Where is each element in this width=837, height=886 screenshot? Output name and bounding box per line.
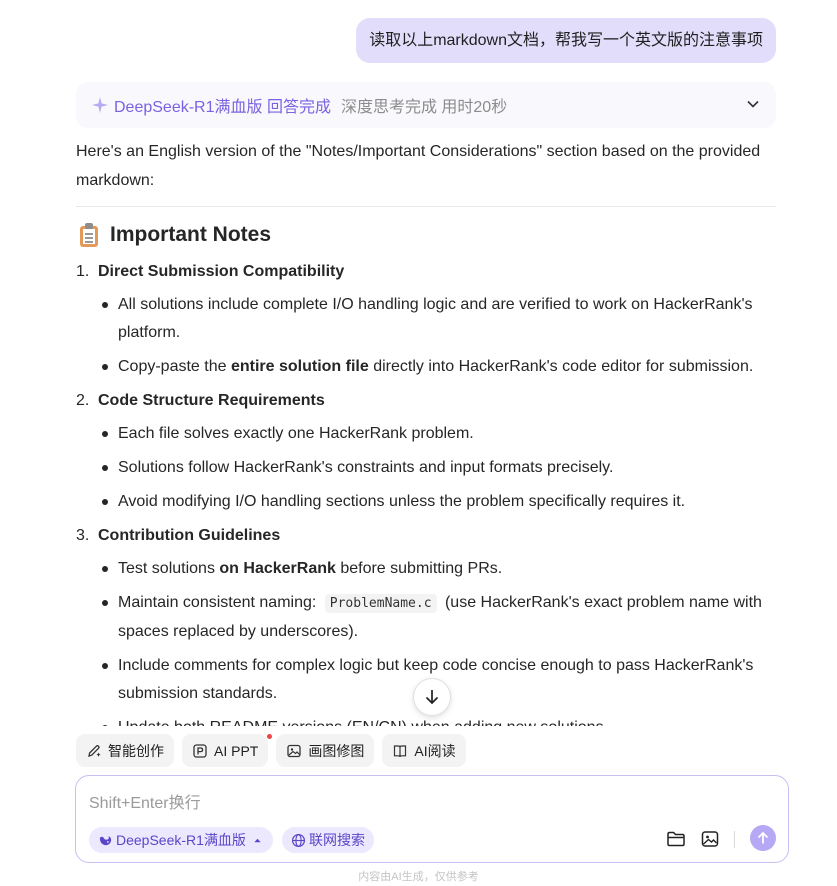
arrow-down-icon — [425, 690, 439, 705]
section-title: Code Structure Requirements — [98, 392, 325, 409]
bullet-item: Maintain consistent naming: ProblemName.… — [76, 589, 776, 646]
send-button[interactable] — [750, 825, 776, 851]
folder-icon[interactable] — [666, 829, 686, 849]
bullet-text: All solutions include complete I/O handl… — [118, 296, 753, 341]
tool-bar: 智能创作 AI PPT 画图修图 AI阅读 — [76, 734, 474, 767]
tool-ai-reading-button[interactable]: AI阅读 — [382, 734, 466, 767]
answer-heading: Important Notes — [78, 221, 271, 249]
image-edit-icon — [287, 744, 302, 757]
scroll-to-bottom-button[interactable] — [413, 678, 451, 716]
bullet-item: Test solutions on HackerRank before subm… — [76, 555, 776, 583]
heading-text: Important Notes — [110, 223, 272, 246]
tool-label: AI阅读 — [414, 742, 456, 759]
bullet-text: Solutions follow HackerRank's constraint… — [118, 459, 614, 476]
bullet-text: Each file solves exactly one HackerRank … — [118, 425, 474, 442]
tool-ai-ppt-button[interactable]: AI PPT — [182, 734, 273, 767]
bullet-item: Copy-paste the entire solution file dire… — [76, 353, 776, 381]
bullet-item: Solutions follow HackerRank's constraint… — [76, 454, 776, 482]
inline-code: ProblemName.c — [324, 594, 437, 613]
bullet-item: Update both README versions (EN/CN) when… — [76, 714, 776, 726]
section-item: 3. Contribution Guidelines — [76, 522, 776, 550]
web-search-toggle[interactable]: 联网搜索 — [282, 827, 374, 853]
model-selector-button[interactable]: DeepSeek-R1满血版 — [89, 827, 273, 853]
section-number: 2. — [76, 392, 90, 409]
sparkle-icon — [92, 97, 108, 113]
pen-sparkle-icon — [88, 744, 101, 757]
bullet-text: Update both README versions (EN/CN) when… — [118, 714, 776, 726]
bullet-text: Maintain consistent naming: ProblemName.… — [118, 594, 762, 640]
section-number: 3. — [76, 527, 90, 544]
answer-intro: Here's an English version of the "Notes/… — [76, 143, 761, 189]
section-title: Direct Submission Compatibility — [98, 263, 345, 280]
thinking-title: DeepSeek-R1满血版 回答完成 — [114, 99, 331, 116]
clipboard-icon — [78, 223, 100, 247]
bullet-text: Test solutions on HackerRank before subm… — [118, 560, 503, 577]
image-upload-icon[interactable] — [700, 829, 720, 849]
divider — [734, 831, 735, 848]
caret-up-icon — [254, 838, 261, 842]
tool-image-edit-button[interactable]: 画图修图 — [276, 734, 375, 767]
bullet-text: Avoid modifying I/O handling sections un… — [118, 493, 686, 510]
user-message-bubble: 读取以上markdown文档，帮我写一个英文版的注意事项 — [356, 18, 776, 63]
divider — [76, 206, 776, 207]
tool-label: 智能创作 — [108, 742, 164, 759]
tool-smart-writing-button[interactable]: 智能创作 — [76, 734, 174, 767]
section-item: 2. Code Structure Requirements — [76, 387, 776, 415]
bullet-item: Avoid modifying I/O handling sections un… — [76, 488, 776, 516]
globe-icon — [291, 833, 306, 847]
ppt-icon — [193, 743, 207, 758]
book-icon — [394, 744, 407, 757]
tool-label: 画图修图 — [308, 742, 365, 759]
deepseek-logo-icon — [99, 835, 112, 845]
answer-content: 1. Direct Submission Compatibility All s… — [76, 258, 776, 726]
new-badge-dot — [267, 734, 273, 739]
thinking-meta: 深度思考完成 用时20秒 — [340, 99, 508, 116]
tool-label: AI PPT — [214, 742, 259, 759]
bullet-item: All solutions include complete I/O handl… — [76, 291, 776, 347]
message-input[interactable]: Shift+Enter换行 — [89, 789, 201, 813]
section-item: 1. Direct Submission Compatibility — [76, 258, 776, 286]
message-composer[interactable]: Shift+Enter换行 DeepSeek-R1满血版 联网搜索 — [75, 775, 789, 863]
section-number: 1. — [76, 263, 90, 280]
model-label: DeepSeek-R1满血版 — [116, 832, 246, 848]
search-label: 联网搜索 — [309, 832, 365, 848]
thinking-status-bar[interactable]: DeepSeek-R1满血版 回答完成 深度思考完成 用时20秒 — [76, 82, 776, 128]
section-title: Contribution Guidelines — [98, 527, 281, 544]
bullet-item: Each file solves exactly one HackerRank … — [76, 420, 776, 448]
chevron-down-icon[interactable] — [746, 97, 760, 111]
arrow-up-icon — [757, 831, 769, 844]
bullet-text: Copy-paste the entire solution file dire… — [118, 358, 754, 375]
disclaimer-text: 内容由AI生成，仅供参考 — [358, 871, 479, 883]
